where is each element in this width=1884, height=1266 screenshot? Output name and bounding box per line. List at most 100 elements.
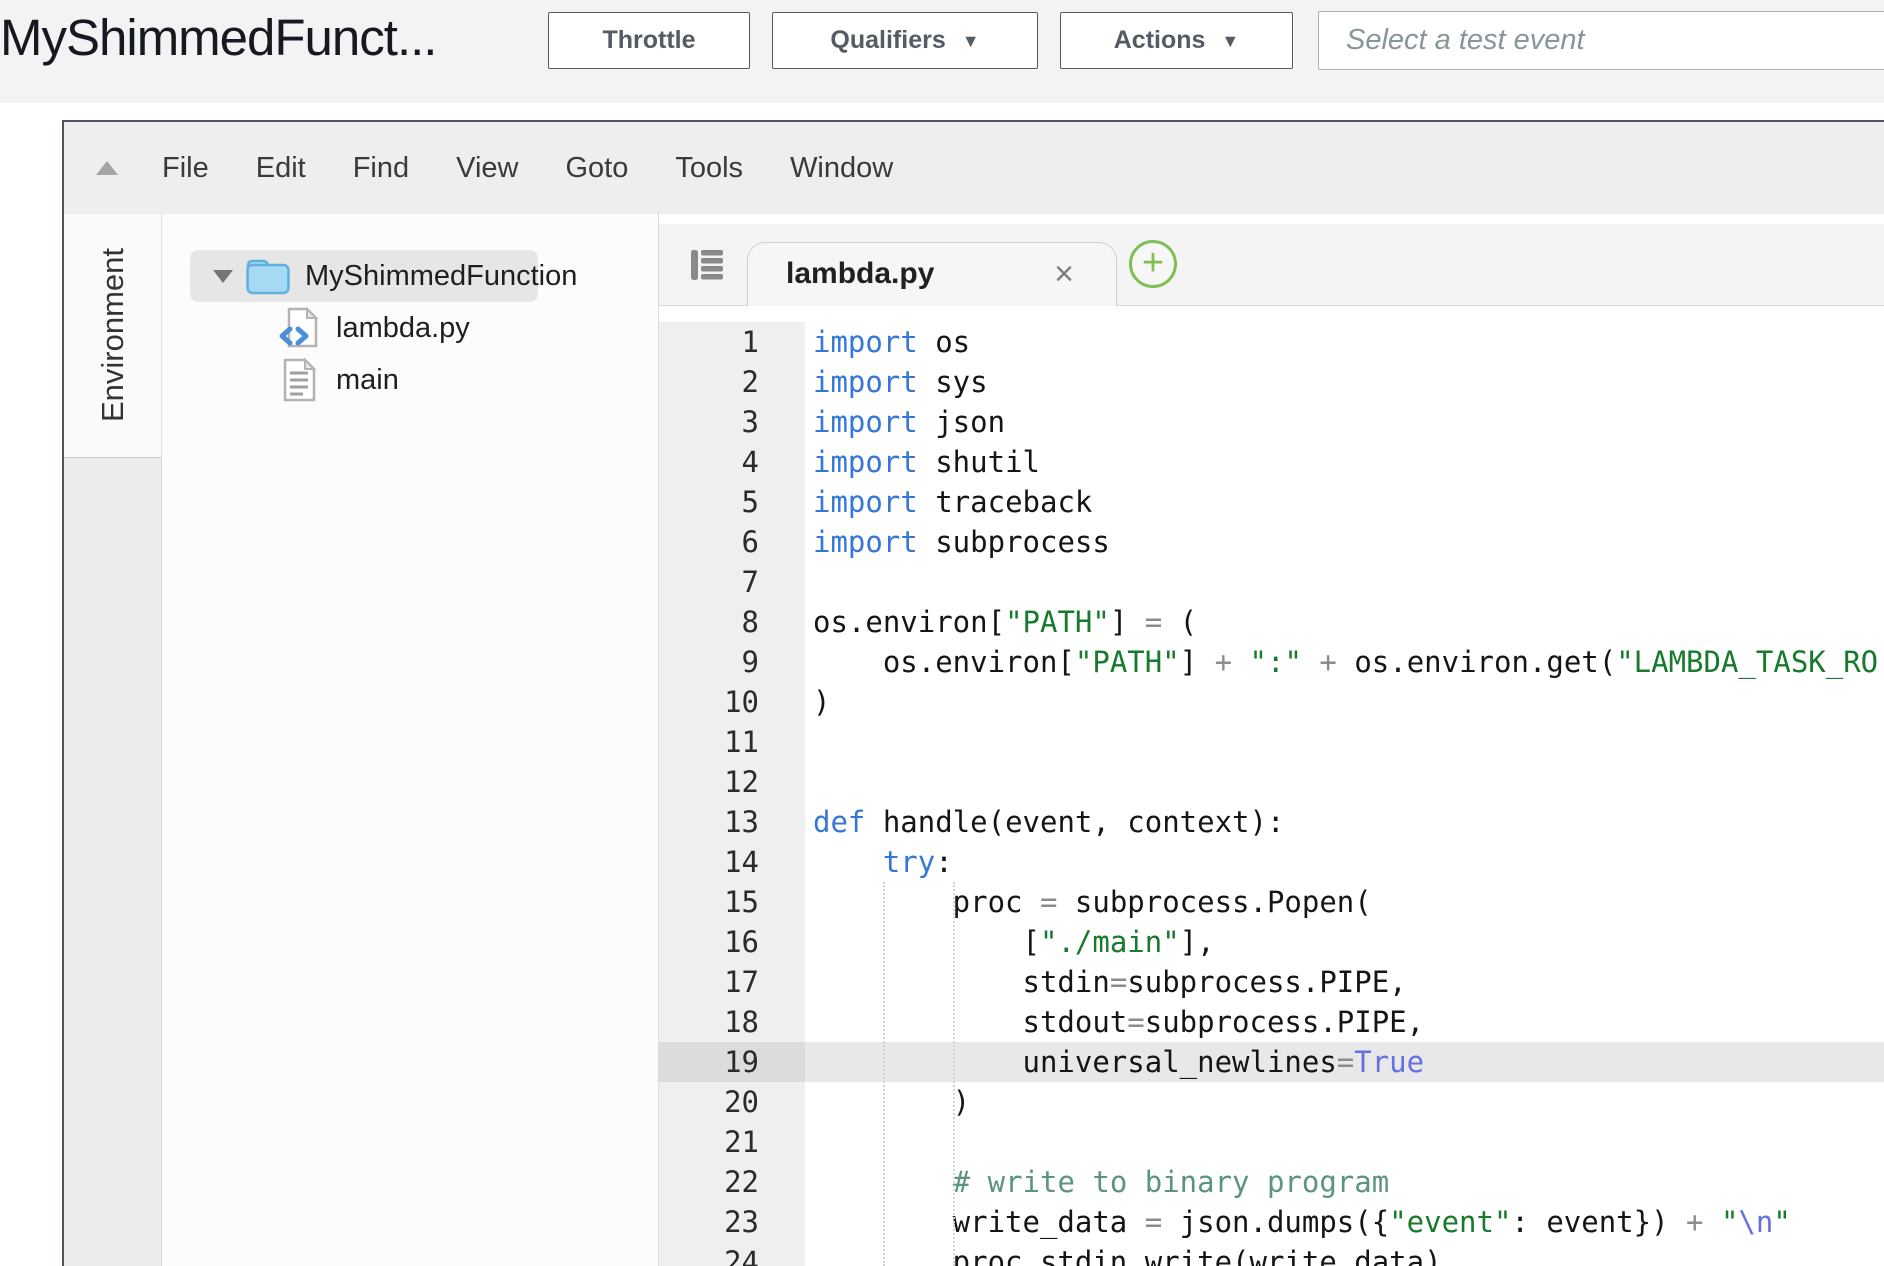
code-line-23[interactable]: 23 write_data = json.dumps({"event": eve… (659, 1202, 1884, 1242)
code-line-10[interactable]: 10) (659, 682, 1884, 722)
close-tab-icon[interactable]: × (1054, 255, 1074, 294)
folder-icon (245, 254, 291, 298)
line-number: 20 (659, 1082, 805, 1122)
code-text: import json (805, 402, 1005, 442)
cloud9-editor-panel: File Edit Find View Goto Tools Window En… (62, 120, 1884, 1266)
line-number: 4 (659, 442, 805, 482)
test-event-placeholder: Select a test event (1346, 24, 1585, 57)
code-line-15[interactable]: 15 proc = subprocess.Popen( (659, 882, 1884, 922)
code-line-8[interactable]: 8os.environ["PATH"] = ( (659, 602, 1884, 642)
code-text: ) (805, 1082, 970, 1122)
environment-tab-label: Environment (95, 248, 131, 422)
code-line-6[interactable]: 6import subprocess (659, 522, 1884, 562)
tab-label: lambda.py (786, 257, 934, 291)
collapse-menubar-icon[interactable] (96, 161, 118, 175)
line-number: 8 (659, 602, 805, 642)
code-line-17[interactable]: 17 stdin=subprocess.PIPE, (659, 962, 1884, 1002)
line-number: 9 (659, 642, 805, 682)
throttle-button[interactable]: Throttle (548, 12, 750, 69)
code-line-22[interactable]: 22 # write to binary program (659, 1162, 1884, 1202)
line-number: 18 (659, 1002, 805, 1042)
line-number: 19 (659, 1042, 805, 1082)
throttle-button-label: Throttle (602, 26, 695, 55)
line-number: 1 (659, 322, 805, 362)
code-editor-pane: lambda.py × + 1import os2import sys3impo… (658, 214, 1884, 1266)
line-number: 6 (659, 522, 805, 562)
caret-down-icon: ▼ (1221, 31, 1239, 52)
console-header: MyShimmedFunct... Throttle Qualifiers ▼ … (0, 0, 1884, 103)
code-line-3[interactable]: 3import json (659, 402, 1884, 442)
menubar-item-window[interactable]: Window (790, 152, 893, 185)
code-line-11[interactable]: 11 (659, 722, 1884, 762)
code-line-1[interactable]: 1import os (659, 322, 1884, 362)
code-text: import os (805, 322, 970, 362)
tab-list-icon[interactable] (687, 245, 727, 290)
code-text: try: (805, 842, 953, 882)
environment-strip-lower (64, 457, 162, 1266)
code-text (805, 1122, 813, 1162)
test-event-select[interactable]: Select a test event (1318, 11, 1884, 70)
code-line-18[interactable]: 18 stdout=subprocess.PIPE, (659, 1002, 1884, 1042)
code-line-5[interactable]: 5import traceback (659, 482, 1884, 522)
file-name: lambda.py (336, 312, 470, 345)
code-text (805, 562, 813, 602)
code-line-7[interactable]: 7 (659, 562, 1884, 602)
actions-dropdown-button[interactable]: Actions ▼ (1060, 12, 1293, 69)
code-text: stdout=subprocess.PIPE, (805, 1002, 1424, 1042)
code-text: # write to binary program (805, 1162, 1389, 1202)
menubar-item-tools[interactable]: Tools (675, 152, 743, 185)
code-line-20[interactable]: 20 ) (659, 1082, 1884, 1122)
line-number: 21 (659, 1122, 805, 1162)
code-line-21[interactable]: 21 (659, 1122, 1884, 1162)
code-text: os.environ["PATH"] = ( (805, 602, 1197, 642)
code-text: stdin=subprocess.PIPE, (805, 962, 1407, 1002)
menubar-item-find[interactable]: Find (353, 152, 409, 185)
code-line-2[interactable]: 2import sys (659, 362, 1884, 402)
text-file-icon (276, 358, 322, 402)
code-line-14[interactable]: 14 try: (659, 842, 1884, 882)
code-text: universal_newlines=True (805, 1042, 1424, 1082)
code-text: proc = subprocess.Popen( (805, 882, 1372, 922)
indent-guide (953, 882, 955, 1266)
code-text: proc.stdin.write(write_data) (805, 1242, 1442, 1266)
editor-menubar: File Edit Find View Goto Tools Window (64, 122, 1884, 214)
qualifiers-dropdown-button[interactable]: Qualifiers ▼ (772, 12, 1038, 69)
line-number: 16 (659, 922, 805, 962)
code-text (805, 762, 813, 802)
menubar-item-goto[interactable]: Goto (565, 152, 628, 185)
indent-guide (883, 882, 885, 1266)
line-number: 7 (659, 562, 805, 602)
code-file-icon (276, 306, 322, 350)
code-text: ["./main"], (805, 922, 1215, 962)
file-name: main (336, 364, 399, 397)
code-text: def handle(event, context): (805, 802, 1284, 842)
code-line-4[interactable]: 4import shutil (659, 442, 1884, 482)
code-line-12[interactable]: 12 (659, 762, 1884, 802)
menubar-item-file[interactable]: File (162, 152, 209, 185)
line-number: 2 (659, 362, 805, 402)
line-number: 15 (659, 882, 805, 922)
tab-lambda-py[interactable]: lambda.py × (747, 242, 1117, 306)
code-line-24[interactable]: 24 proc.stdin.write(write_data) (659, 1242, 1884, 1266)
line-number: 10 (659, 682, 805, 722)
code-line-19[interactable]: 19 universal_newlines=True (659, 1042, 1884, 1082)
folder-expand-caret-icon[interactable] (213, 270, 233, 283)
function-name-title: MyShimmedFunct... (0, 8, 436, 67)
code-text: import sys (805, 362, 988, 402)
environment-tab[interactable]: Environment (64, 214, 162, 457)
tree-row-main[interactable]: main (162, 354, 658, 406)
tree-row-folder[interactable]: MyShimmedFunction (162, 250, 658, 302)
tree-row-lambda-py[interactable]: lambda.py (162, 302, 658, 354)
editor-tabbar: lambda.py × + (659, 224, 1884, 306)
new-tab-plus-icon[interactable]: + (1129, 240, 1177, 288)
code-line-13[interactable]: 13def handle(event, context): (659, 802, 1884, 842)
line-number: 13 (659, 802, 805, 842)
code-area[interactable]: 1import os2import sys3import json4import… (659, 306, 1884, 1266)
menubar-item-view[interactable]: View (456, 152, 518, 185)
caret-down-icon: ▼ (962, 31, 980, 52)
line-number: 14 (659, 842, 805, 882)
code-text: import subprocess (805, 522, 1110, 562)
menubar-item-edit[interactable]: Edit (256, 152, 306, 185)
code-line-16[interactable]: 16 ["./main"], (659, 922, 1884, 962)
code-line-9[interactable]: 9 os.environ["PATH"] + ":" + os.environ.… (659, 642, 1884, 682)
